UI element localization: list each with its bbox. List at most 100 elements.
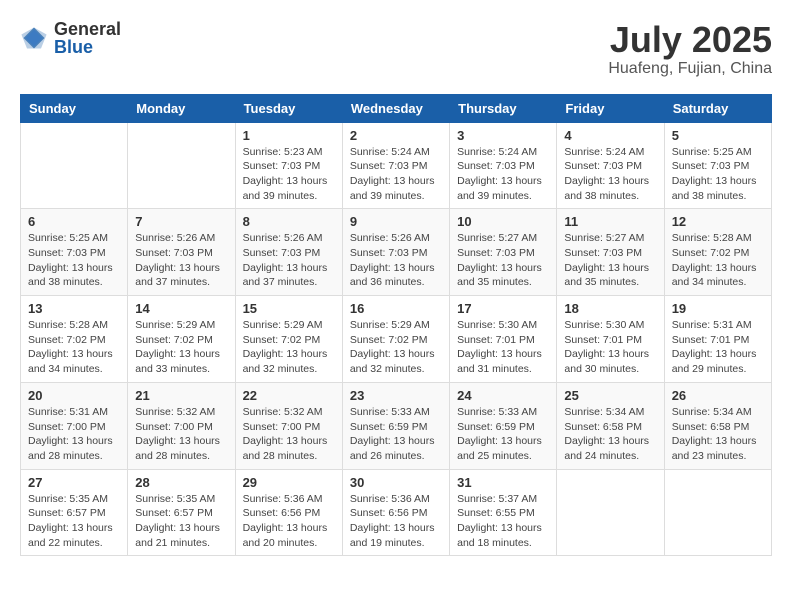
day-info-2: Sunrise: 5:24 AM Sunset: 7:03 PM Dayligh… [350,145,442,204]
cell-w3-d5: 18 Sunrise: 5:30 AM Sunset: 7:01 PM Dayli… [557,296,664,383]
cell-w1-d3: 2 Sunrise: 5:24 AM Sunset: 7:03 PM Daylig… [342,122,449,209]
week-row-3: 13 Sunrise: 5:28 AM Sunset: 7:02 PM Dayli… [21,296,772,383]
cell-w2-d4: 10Sunrise: 5:27 AM Sunset: 7:03 PM Dayli… [450,209,557,296]
cell-w5-d5 [557,469,664,556]
header-thursday: Thursday [450,94,557,122]
header-tuesday: Tuesday [235,94,342,122]
day-info-26: Sunrise: 5:34 AM Sunset: 6:58 PM Dayligh… [672,405,764,464]
cell-w2-d6: 12Sunrise: 5:28 AM Sunset: 7:02 PM Dayli… [664,209,771,296]
cell-w4-d3: 23 Sunrise: 5:33 AM Sunset: 6:59 PM Dayli… [342,382,449,469]
cell-w4-d4: 24Sunrise: 5:33 AM Sunset: 6:59 PM Dayli… [450,382,557,469]
cell-w3-d2: 15Sunrise: 5:29 AM Sunset: 7:02 PM Dayli… [235,296,342,383]
cell-w1-d5: 4 Sunrise: 5:24 AM Sunset: 7:03 PM Daylig… [557,122,664,209]
day-number-5: 5 [672,128,764,143]
cell-w4-d2: 22 Sunrise: 5:32 AM Sunset: 7:00 PM Dayli… [235,382,342,469]
cell-w4-d0: 20 Sunrise: 5:31 AM Sunset: 7:00 PM Dayli… [21,382,128,469]
week-row-1: 1 Sunrise: 5:23 AM Sunset: 7:03 PM Daylig… [21,122,772,209]
location: Huafeng, Fujian, China [608,60,772,78]
logo-blue: Blue [54,38,121,56]
logo: General Blue [20,20,121,56]
cell-w3-d3: 16 Sunrise: 5:29 AM Sunset: 7:02 PM Dayli… [342,296,449,383]
day-info-28: Sunrise: 5:35 AM Sunset: 6:57 PM Dayligh… [135,492,227,551]
cell-w1-d0 [21,122,128,209]
cell-w3-d4: 17Sunrise: 5:30 AM Sunset: 7:01 PM Dayli… [450,296,557,383]
header-wednesday: Wednesday [342,94,449,122]
day-info-20: Sunrise: 5:31 AM Sunset: 7:00 PM Dayligh… [28,405,120,464]
day-number-14: 14 [135,301,227,316]
cell-w2-d0: 6 Sunrise: 5:25 AM Sunset: 7:03 PM Daylig… [21,209,128,296]
day-number-13: 13 [28,301,120,316]
day-number-6: 6 [28,214,120,229]
day-number-9: 9 [350,214,442,229]
calendar: Sunday Monday Tuesday Wednesday Thursday… [20,94,772,557]
cell-w4-d6: 26 Sunrise: 5:34 AM Sunset: 6:58 PM Dayli… [664,382,771,469]
day-number-30: 30 [350,475,442,490]
day-info-21: Sunrise: 5:32 AM Sunset: 7:00 PM Dayligh… [135,405,227,464]
day-number-4: 4 [564,128,656,143]
day-number-27: 27 [28,475,120,490]
cell-w5-d1: 28 Sunrise: 5:35 AM Sunset: 6:57 PM Dayli… [128,469,235,556]
day-info-30: Sunrise: 5:36 AM Sunset: 6:56 PM Dayligh… [350,492,442,551]
day-info-11: Sunrise: 5:27 AM Sunset: 7:03 PM Dayligh… [564,231,656,290]
day-info-18: Sunrise: 5:30 AM Sunset: 7:01 PM Dayligh… [564,318,656,377]
day-number-29: 29 [243,475,335,490]
cell-w2-d3: 9 Sunrise: 5:26 AM Sunset: 7:03 PM Daylig… [342,209,449,296]
day-number-25: 25 [564,388,656,403]
day-info-8: Sunrise: 5:26 AM Sunset: 7:03 PM Dayligh… [243,231,335,290]
day-number-3: 3 [457,128,549,143]
week-row-5: 27 Sunrise: 5:35 AM Sunset: 6:57 PM Dayli… [21,469,772,556]
day-number-24: 24 [457,388,549,403]
day-info-4: Sunrise: 5:24 AM Sunset: 7:03 PM Dayligh… [564,145,656,204]
day-info-10: Sunrise: 5:27 AM Sunset: 7:03 PM Dayligh… [457,231,549,290]
day-number-18: 18 [564,301,656,316]
day-number-8: 8 [243,214,335,229]
cell-w2-d5: 11 Sunrise: 5:27 AM Sunset: 7:03 PM Dayli… [557,209,664,296]
day-number-16: 16 [350,301,442,316]
day-number-2: 2 [350,128,442,143]
day-info-6: Sunrise: 5:25 AM Sunset: 7:03 PM Dayligh… [28,231,120,290]
month-year: July 2025 [608,20,772,60]
cell-w5-d0: 27Sunrise: 5:35 AM Sunset: 6:57 PM Dayli… [21,469,128,556]
cell-w1-d4: 3Sunrise: 5:24 AM Sunset: 7:03 PM Daylig… [450,122,557,209]
cell-w3-d1: 14 Sunrise: 5:29 AM Sunset: 7:02 PM Dayli… [128,296,235,383]
cell-w4-d5: 25Sunrise: 5:34 AM Sunset: 6:58 PM Dayli… [557,382,664,469]
cell-w1-d1 [128,122,235,209]
week-row-2: 6 Sunrise: 5:25 AM Sunset: 7:03 PM Daylig… [21,209,772,296]
cell-w5-d2: 29 Sunrise: 5:36 AM Sunset: 6:56 PM Dayli… [235,469,342,556]
header-monday: Monday [128,94,235,122]
header-sunday: Sunday [21,94,128,122]
day-number-7: 7 [135,214,227,229]
day-info-29: Sunrise: 5:36 AM Sunset: 6:56 PM Dayligh… [243,492,335,551]
day-info-14: Sunrise: 5:29 AM Sunset: 7:02 PM Dayligh… [135,318,227,377]
day-number-19: 19 [672,301,764,316]
cell-w5-d6 [664,469,771,556]
cell-w3-d6: 19 Sunrise: 5:31 AM Sunset: 7:01 PM Dayli… [664,296,771,383]
day-info-31: Sunrise: 5:37 AM Sunset: 6:55 PM Dayligh… [457,492,549,551]
day-info-22: Sunrise: 5:32 AM Sunset: 7:00 PM Dayligh… [243,405,335,464]
day-info-9: Sunrise: 5:26 AM Sunset: 7:03 PM Dayligh… [350,231,442,290]
page-header: General Blue July 2025 Huafeng, Fujian, … [20,20,772,78]
day-info-7: Sunrise: 5:26 AM Sunset: 7:03 PM Dayligh… [135,231,227,290]
day-number-22: 22 [243,388,335,403]
logo-general: General [54,20,121,38]
day-info-16: Sunrise: 5:29 AM Sunset: 7:02 PM Dayligh… [350,318,442,377]
day-info-23: Sunrise: 5:33 AM Sunset: 6:59 PM Dayligh… [350,405,442,464]
day-number-20: 20 [28,388,120,403]
day-info-5: Sunrise: 5:25 AM Sunset: 7:03 PM Dayligh… [672,145,764,204]
week-row-4: 20 Sunrise: 5:31 AM Sunset: 7:00 PM Dayli… [21,382,772,469]
day-number-26: 26 [672,388,764,403]
cell-w1-d2: 1 Sunrise: 5:23 AM Sunset: 7:03 PM Daylig… [235,122,342,209]
day-info-17: Sunrise: 5:30 AM Sunset: 7:01 PM Dayligh… [457,318,549,377]
cell-w2-d1: 7 Sunrise: 5:26 AM Sunset: 7:03 PM Daylig… [128,209,235,296]
day-info-1: Sunrise: 5:23 AM Sunset: 7:03 PM Dayligh… [243,145,335,204]
cell-w5-d3: 30 Sunrise: 5:36 AM Sunset: 6:56 PM Dayli… [342,469,449,556]
logo-icon [20,24,48,52]
day-number-28: 28 [135,475,227,490]
day-number-21: 21 [135,388,227,403]
day-number-1: 1 [243,128,335,143]
day-info-13: Sunrise: 5:28 AM Sunset: 7:02 PM Dayligh… [28,318,120,377]
day-number-23: 23 [350,388,442,403]
day-number-11: 11 [564,214,656,229]
day-info-19: Sunrise: 5:31 AM Sunset: 7:01 PM Dayligh… [672,318,764,377]
day-number-31: 31 [457,475,549,490]
